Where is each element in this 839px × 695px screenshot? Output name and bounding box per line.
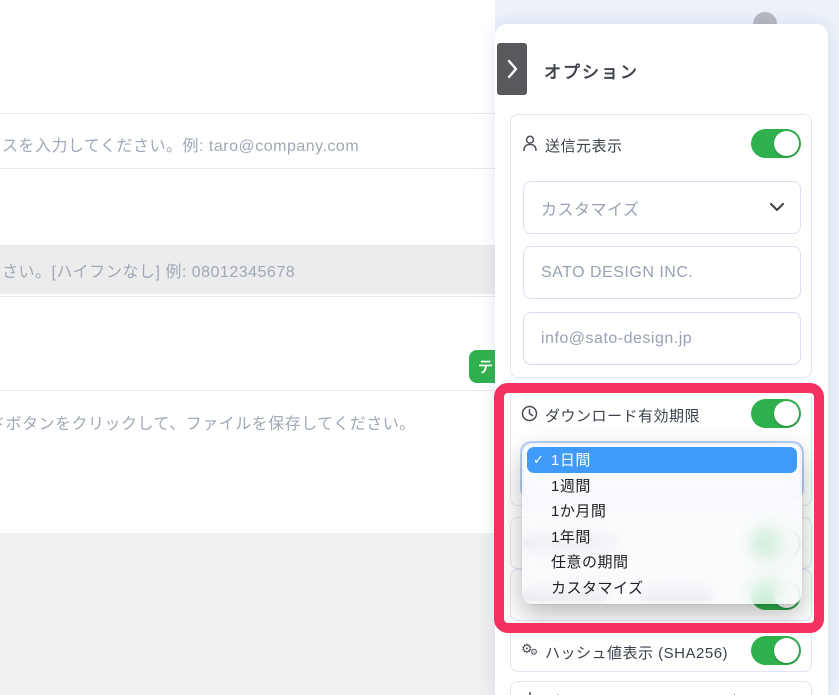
sender-section-card: 送信元表示 カスタマイズ SATO DESIGN INC. info@sato-…	[510, 114, 812, 378]
person-icon	[521, 134, 539, 152]
panel-collapse-button[interactable]	[497, 43, 527, 95]
download-icon	[521, 691, 539, 695]
menu-item-label: 1日間	[551, 449, 591, 470]
chevron-right-icon	[507, 59, 518, 79]
sender-type-value: カスタマイズ	[541, 196, 640, 220]
email-hint-text: スを入力してください。例: taro@company.com	[2, 132, 359, 156]
phone-field-row[interactable]: さい。[ハイフンなし] 例: 08012345678	[0, 245, 510, 294]
menu-item-customize[interactable]: カスタマイズ	[527, 575, 797, 601]
menu-item-1year[interactable]: 1年間	[527, 524, 797, 550]
menu-item-custom-period[interactable]: 任意の期間	[527, 549, 797, 575]
menu-item-1week[interactable]: 1週間	[527, 473, 797, 499]
check-icon: ✓	[533, 452, 544, 468]
phone-hint-text: さい。[ハイフンなし] 例: 08012345678	[2, 258, 295, 282]
expiry-label: ダウンロード有効期限	[545, 405, 700, 426]
hash-label: ハッシュ値表示 (SHA256)	[545, 642, 728, 663]
screen: スを入力してください。例: taro@company.com さい。[ハイフンな…	[0, 0, 839, 695]
company-name-input[interactable]: SATO DESIGN INC.	[523, 246, 801, 299]
chevron-down-icon	[770, 203, 784, 212]
download-hint-text: ドボタンをクリックして、ファイルを保存してください。	[0, 410, 416, 434]
divider	[0, 390, 510, 391]
sender-label: 送信元表示	[545, 135, 623, 156]
expiry-toggle[interactable]	[751, 399, 801, 428]
panel-title: オプション	[544, 58, 639, 83]
sender-toggle[interactable]	[751, 129, 801, 158]
divider	[0, 113, 510, 114]
menu-item-label: カスタマイズ	[551, 577, 644, 598]
menu-item-1day[interactable]: ✓ 1日間	[527, 447, 797, 473]
menu-item-label: 1週間	[551, 475, 591, 496]
background-form-page: スを入力してください。例: taro@company.com さい。[ハイフンな…	[0, 0, 495, 695]
toggle-knob	[774, 131, 799, 156]
divider	[0, 168, 510, 169]
menu-item-1month[interactable]: 1か月間	[527, 498, 797, 524]
gears-icon: ⚙⚙	[521, 641, 541, 659]
domain-section-card: ダウンロードドメインの選択	[510, 681, 812, 695]
sender-type-select[interactable]: カスタマイズ	[523, 181, 801, 234]
company-name-value: SATO DESIGN INC.	[541, 264, 693, 282]
sender-email-value: info@sato-design.jp	[541, 330, 692, 348]
menu-item-label: 1か月間	[551, 500, 606, 521]
toggle-knob	[774, 638, 799, 663]
expiry-dropdown-menu: ✓ 1日間 1週間 1か月間 1年間 任意の期間 カスタマイズ	[522, 443, 802, 604]
clock-icon	[521, 405, 538, 422]
hash-section-card: ⚙⚙ ハッシュ値表示 (SHA256)	[510, 628, 812, 672]
divider	[0, 296, 510, 297]
menu-item-label: 1年間	[551, 526, 591, 547]
hash-toggle[interactable]	[751, 636, 801, 665]
file-dropzone[interactable]: クリックまたはドラッグアンドドロップ	[0, 533, 495, 695]
domain-label: ダウンロードドメインの選択	[545, 691, 747, 695]
menu-item-label: 任意の期間	[551, 551, 629, 572]
toggle-knob	[774, 401, 799, 426]
sender-email-input[interactable]: info@sato-design.jp	[523, 312, 801, 365]
